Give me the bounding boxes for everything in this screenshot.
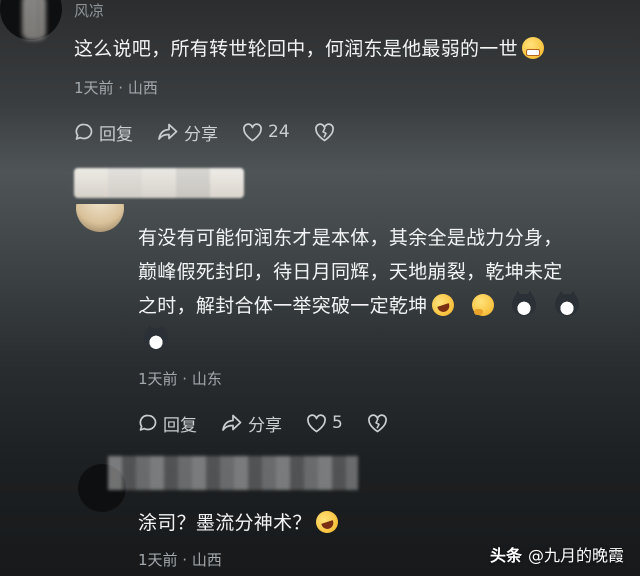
watermark-brand: 头条 <box>489 546 522 565</box>
dislike-button[interactable] <box>314 122 340 142</box>
like-button[interactable]: 24 <box>242 122 290 142</box>
share-label: 分享 <box>248 415 282 436</box>
comment-text-line: 这么说吧，所有转世轮回中，何润东是他最弱的一世 <box>74 38 518 60</box>
share-arrow-icon <box>158 123 178 140</box>
rolling-laughing-face-icon <box>428 291 457 319</box>
comment-actions: 回复 分享 24 <box>74 119 364 145</box>
cat-face-icon <box>554 291 579 316</box>
watermark: 头条 @九月的晚霞 <box>490 542 624 566</box>
dislike-button[interactable] <box>367 413 393 433</box>
reply-button[interactable]: 回复 <box>138 411 197 436</box>
like-count: 5 <box>332 413 343 433</box>
watermark-author: @九月的晚霞 <box>527 546 624 565</box>
like-button[interactable]: 5 <box>306 413 343 433</box>
avatar-mosaic <box>22 0 46 40</box>
comment-text-line: 有没有可能何润东才是本体，其余全是战力分身， <box>138 227 563 249</box>
rolling-laughing-face-icon <box>312 508 341 536</box>
cat-face-icon <box>512 291 537 316</box>
comment-bubble-icon <box>75 123 93 140</box>
heart-icon <box>307 413 326 432</box>
thinking-face-icon <box>471 294 494 316</box>
like-count: 24 <box>268 122 290 142</box>
comment-bubble-icon <box>139 414 157 431</box>
grinning-face-icon <box>521 37 544 59</box>
comment-text: 这么说吧，所有转世轮回中，何润东是他最弱的一世 <box>74 32 634 66</box>
share-label: 分享 <box>184 124 218 145</box>
comment-location: 1天前 · 山西 <box>138 551 222 569</box>
share-arrow-icon <box>222 414 242 431</box>
comment-text-line: 巅峰假死封印，待日月同辉，天地崩裂，乾坤未定 <box>138 261 563 283</box>
share-button[interactable]: 分享 <box>157 120 218 145</box>
reply-label: 回复 <box>99 124 133 145</box>
reply-button[interactable]: 回复 <box>74 120 133 145</box>
comment-text-line: 涂司？墨流分神术？ <box>138 512 312 534</box>
cat-face-icon <box>144 325 168 350</box>
share-button[interactable]: 分享 <box>221 411 282 436</box>
comment-text: 有没有可能何润东才是本体，其余全是战力分身， 巅峰假死封印，待日月同辉，天地崩裂… <box>138 221 638 357</box>
username-mosaic <box>108 456 358 490</box>
comment-location: 1天前 · 山东 <box>138 370 222 388</box>
broken-heart-icon <box>367 413 387 432</box>
username-mosaic <box>74 168 244 198</box>
username[interactable]: 风凉 <box>74 0 104 21</box>
comment-text: 涂司？墨流分神术？ <box>138 506 618 540</box>
comment-text-line: 之时，解封合体一举突破一定乾坤 <box>138 295 428 317</box>
reply-label: 回复 <box>163 415 197 436</box>
heart-icon <box>243 122 262 141</box>
comment-location: 1天前 · 山西 <box>74 79 158 97</box>
comment-actions: 回复 分享 5 <box>138 410 417 436</box>
broken-heart-icon <box>314 122 334 141</box>
